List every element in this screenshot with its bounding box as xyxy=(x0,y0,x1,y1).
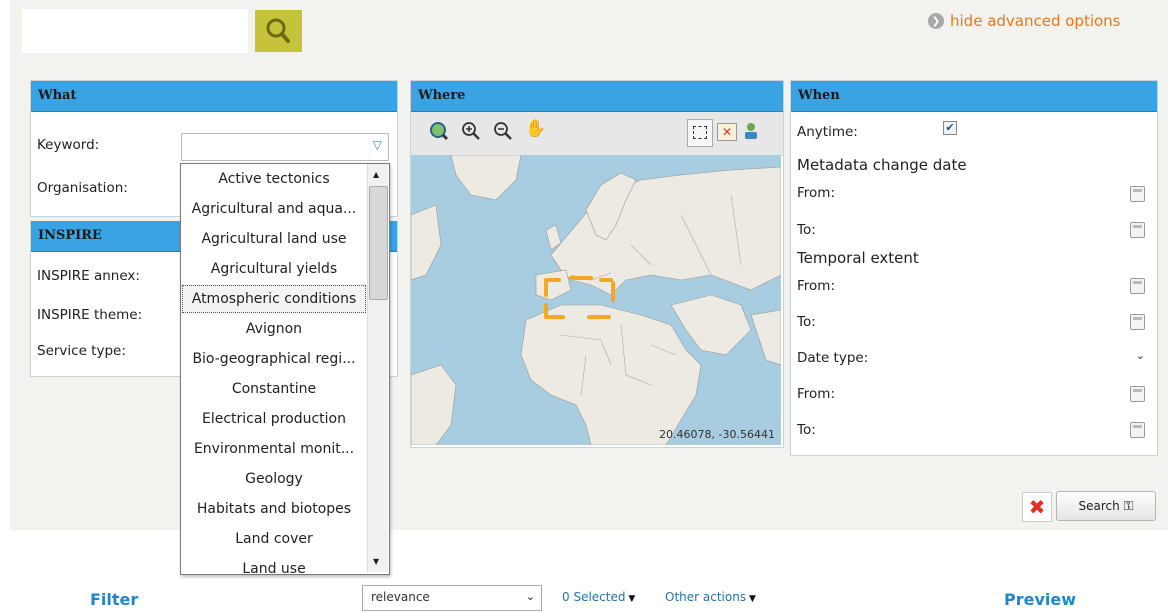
other-actions-label: Other actions xyxy=(665,590,747,604)
dropdown-option[interactable]: Land cover xyxy=(181,524,367,554)
map-coordinates: 20.46078, -30.56441 xyxy=(659,428,775,441)
dropdown-option[interactable]: Land use xyxy=(181,554,367,574)
zoom-in-icon[interactable] xyxy=(461,121,481,141)
metadata-to-label: To: xyxy=(797,222,816,238)
draw-box-tool[interactable] xyxy=(687,119,713,147)
filter-heading[interactable]: Filter xyxy=(90,590,138,609)
other-actions-menu[interactable]: Other actions ▼ xyxy=(665,590,756,604)
dropdown-option[interactable]: Active tectonics xyxy=(181,164,367,194)
anytime-label: Anytime: xyxy=(797,124,858,140)
calendar-icon[interactable] xyxy=(1130,222,1145,238)
search-icon xyxy=(266,18,290,43)
region-user-icon[interactable] xyxy=(741,121,761,141)
search-input[interactable] xyxy=(22,9,248,53)
hide-advanced-options-label: hide advanced options xyxy=(950,12,1121,30)
metadata-from-field[interactable] xyxy=(941,179,1149,207)
chevron-down-icon: ⌄ xyxy=(525,590,535,603)
temporal-extent-heading: Temporal extent xyxy=(797,249,919,267)
date-to-field[interactable] xyxy=(941,415,1149,443)
dropdown-option[interactable]: Agricultural and aqua... xyxy=(181,194,367,224)
what-panel-title: What xyxy=(31,81,397,112)
keyword-select[interactable]: ▽ xyxy=(181,133,389,161)
sort-select[interactable]: relevance ⌄ xyxy=(362,585,542,611)
dropdown-scrollbar-thumb[interactable] xyxy=(369,186,388,300)
selected-label: 0 Selected xyxy=(562,590,626,604)
when-panel: When Anytime: ✔ Metadata change date Fro… xyxy=(790,80,1158,456)
metadata-from-label: From: xyxy=(797,185,835,201)
dropdown-option[interactable]: Agricultural yields xyxy=(181,254,367,284)
pan-hand-icon[interactable]: ✋ xyxy=(525,119,546,139)
inspire-theme-label: INSPIRE theme: xyxy=(37,307,143,323)
zoom-extent-icon[interactable] xyxy=(429,121,449,141)
zoom-out-icon[interactable] xyxy=(493,121,513,141)
date-type-label: Date type: xyxy=(797,350,869,366)
keyword-label: Keyword: xyxy=(37,137,100,153)
calendar-icon[interactable] xyxy=(1130,314,1145,330)
clear-box-icon[interactable]: ✕ xyxy=(717,123,737,141)
chevron-right-icon: ❯ xyxy=(928,13,944,29)
metadata-change-date-heading: Metadata change date xyxy=(797,156,967,174)
metadata-to-field[interactable] xyxy=(941,215,1149,243)
inspire-annex-label: INSPIRE annex: xyxy=(37,268,140,284)
caret-down-icon: ▼ xyxy=(625,594,636,604)
dropdown-option[interactable]: Bio-geographical regi... xyxy=(181,344,367,374)
dropdown-option[interactable]: Agricultural land use xyxy=(181,224,367,254)
search-button[interactable] xyxy=(255,10,302,52)
when-panel-title: When xyxy=(791,81,1157,112)
service-type-label: Service type: xyxy=(37,343,126,359)
preview-heading: Preview xyxy=(1004,590,1077,609)
select-box-icon xyxy=(693,126,707,139)
search-submit-label: Search xyxy=(1078,499,1120,513)
dropdown-arrow-icon: ▽ xyxy=(372,138,382,152)
caret-down-icon: ▼ xyxy=(746,594,756,604)
anytime-checkbox[interactable]: ✔ xyxy=(943,121,957,135)
date-type-select[interactable]: ⌄ xyxy=(941,343,1149,371)
keyword-dropdown-list[interactable]: Active tectonics Agricultural and aqua...… xyxy=(180,163,390,575)
binoculars-icon: ⚿ xyxy=(1123,499,1134,514)
organisation-label: Organisation: xyxy=(37,180,128,196)
dropdown-option[interactable]: Atmospheric conditions xyxy=(181,284,367,314)
date-from-label: From: xyxy=(797,386,835,402)
reset-button[interactable]: ✖ xyxy=(1022,492,1052,522)
dropdown-option[interactable]: Avignon xyxy=(181,314,367,344)
temporal-from-label: From: xyxy=(797,278,835,294)
dropdown-option[interactable]: Environmental monit... xyxy=(181,434,367,464)
dropdown-option[interactable]: Electrical production xyxy=(181,404,367,434)
scroll-down-icon[interactable]: ▼ xyxy=(373,557,379,566)
hide-advanced-options-link[interactable]: ❯ hide advanced options xyxy=(928,12,1121,30)
dropdown-option[interactable]: Geology xyxy=(181,464,367,494)
close-icon: ✖ xyxy=(1028,495,1046,519)
calendar-icon[interactable] xyxy=(1130,422,1145,438)
calendar-icon[interactable] xyxy=(1130,186,1145,202)
sort-select-value: relevance xyxy=(371,590,430,604)
date-to-label: To: xyxy=(797,422,816,438)
scroll-up-icon[interactable]: ▲ xyxy=(373,170,379,179)
temporal-to-field[interactable] xyxy=(941,307,1149,335)
map-view[interactable]: 20.46078, -30.56441 xyxy=(411,155,781,445)
search-submit-button[interactable]: Search ⚿ xyxy=(1056,491,1156,521)
calendar-icon[interactable] xyxy=(1130,386,1145,402)
world-map xyxy=(411,155,781,445)
temporal-from-field[interactable] xyxy=(941,271,1149,299)
temporal-to-label: To: xyxy=(797,314,816,330)
chevron-down-icon: ⌄ xyxy=(1135,349,1145,362)
date-from-field[interactable] xyxy=(941,379,1149,407)
selected-menu[interactable]: 0 Selected ▼ xyxy=(562,590,635,604)
where-panel-title: Where xyxy=(411,81,783,112)
calendar-icon[interactable] xyxy=(1130,278,1145,294)
dropdown-option[interactable]: Constantine xyxy=(181,374,367,404)
dropdown-option[interactable]: Habitats and biotopes xyxy=(181,494,367,524)
